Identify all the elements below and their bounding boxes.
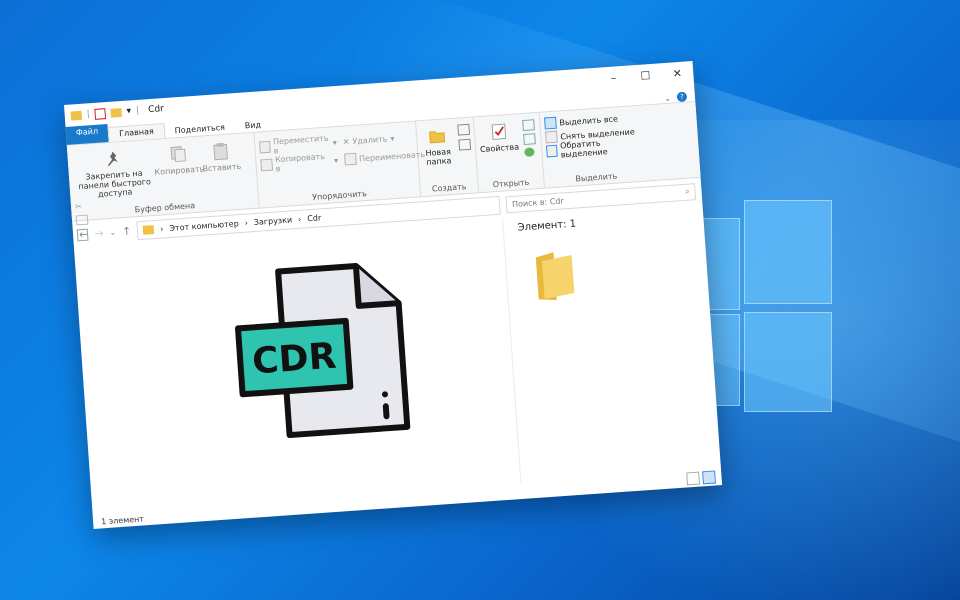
minimize-button[interactable]: – (597, 66, 630, 90)
preview-count: Элемент: 1 (517, 218, 577, 234)
invert-selection-button[interactable]: Обратить выделение (545, 138, 643, 159)
forward-arrow-icon[interactable]: → (94, 226, 104, 240)
paste-shortcut-icon[interactable] (76, 228, 89, 242)
maximize-button[interactable]: ☐ (629, 63, 662, 87)
view-buttons (686, 470, 716, 486)
select-all-icon (544, 116, 557, 130)
copy-icon (170, 146, 186, 163)
file-list[interactable]: CDR (74, 218, 521, 513)
move-to-icon (259, 140, 271, 154)
open-group-label: Открыть (492, 177, 530, 190)
help-icon[interactable]: ? (676, 91, 688, 103)
delete-button[interactable]: ✕ Удалить ▾ (342, 129, 424, 149)
edit-icon[interactable] (522, 133, 536, 146)
file-explorer-window: | ▾ | Cdr – ☐ ✕ Файл Главная Поделиться … (64, 61, 723, 529)
pin-quick-access-button[interactable]: Закрепить на панели быстрого доступа (71, 144, 156, 201)
properties-quick-icon[interactable] (94, 107, 107, 120)
open-icon[interactable] (521, 119, 535, 132)
recent-locations-icon[interactable]: ⌄ (109, 227, 116, 236)
rename-button[interactable]: Переименовать (343, 147, 426, 167)
copy-to-button[interactable]: Копировать в ▾ (260, 152, 338, 173)
tab-file[interactable]: Файл (65, 124, 109, 145)
history-icon[interactable] (523, 147, 535, 158)
up-arrow-icon[interactable]: ↑ (122, 224, 132, 238)
breadcrumb-downloads[interactable]: Загрузки (254, 215, 293, 227)
quick-access-toolbar: | ▾ | Cdr (70, 104, 164, 121)
create-group-label: Создать (431, 182, 467, 194)
rename-icon (343, 152, 357, 166)
properties-icon (491, 123, 506, 140)
paste-icon (213, 142, 229, 161)
new-folder-button[interactable]: Новая папка (420, 123, 455, 167)
preview-pane: Элемент: 1 (501, 203, 721, 484)
status-bar-text: 1 элемент (100, 514, 145, 527)
paste-button[interactable]: Вставить (202, 138, 241, 173)
clipboard-group: Закрепить на панели быстрого доступа Коп… (66, 132, 260, 242)
new-item-icon[interactable] (456, 123, 470, 136)
search-icon: ⌕ (684, 186, 690, 196)
details-view-icon[interactable] (686, 471, 701, 486)
content-area: CDR Элемент: 1 (74, 203, 721, 513)
select-group: Выделить все Снять выделение Обратить вы… (540, 106, 649, 188)
tab-view[interactable]: Вид (234, 118, 271, 133)
close-button[interactable]: ✕ (661, 61, 694, 85)
copy-to-icon (260, 158, 273, 172)
customize-quick-access-icon[interactable]: ▾ (126, 106, 131, 116)
large-icons-view-icon[interactable] (702, 470, 716, 485)
delete-icon: ✕ (342, 136, 350, 147)
folder-icon (70, 110, 83, 121)
breadcrumb-this-pc[interactable]: Этот компьютер (169, 219, 239, 233)
properties-button[interactable]: Свойства (478, 118, 519, 154)
breadcrumb-cdr[interactable]: Cdr (307, 213, 322, 223)
folder-icon (535, 252, 575, 301)
copy-button[interactable]: Копировать (154, 141, 205, 177)
window-title: Cdr (147, 104, 165, 116)
pin-icon (107, 151, 118, 167)
open-group: Свойства Открыть (473, 112, 545, 193)
easy-access-icon[interactable] (457, 138, 471, 151)
new-folder-icon (429, 131, 446, 144)
expand-ribbon-icon[interactable]: ⌄ (664, 93, 671, 102)
invert-selection-icon (545, 144, 558, 158)
new-folder-quick-icon[interactable] (110, 107, 122, 118)
organize-group: Переместить в ▾ Копировать в ▾ ✕ Удалить … (254, 121, 425, 208)
cdr-file-icon[interactable]: CDR (226, 254, 429, 457)
create-group: Новая папка Создать (416, 117, 480, 197)
cdr-label: CDR (251, 336, 338, 383)
select-none-icon (545, 130, 558, 144)
folder-icon (142, 224, 155, 235)
